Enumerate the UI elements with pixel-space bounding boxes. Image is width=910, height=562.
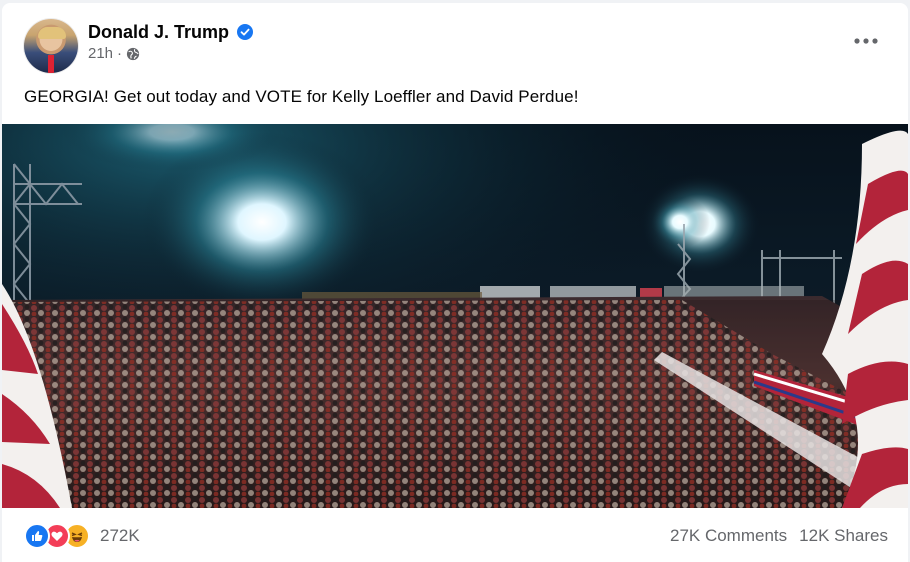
- more-icon: [854, 38, 878, 44]
- shares-count[interactable]: 12K Shares: [799, 526, 888, 546]
- comments-count[interactable]: 27K Comments: [670, 526, 787, 546]
- author-row: Donald J. Trump: [88, 20, 254, 44]
- post-header: Donald J. Trump 21h ·: [2, 3, 908, 83]
- post-card: Donald J. Trump 21h · GEORGIA! Get out t…: [2, 3, 908, 562]
- reactions-summary[interactable]: 272K: [24, 523, 140, 549]
- like-icon: [24, 523, 50, 549]
- avatar-hair: [38, 27, 66, 39]
- avatar[interactable]: [24, 19, 78, 73]
- meta-separator: ·: [117, 45, 123, 62]
- author-name[interactable]: Donald J. Trump: [88, 22, 229, 43]
- verified-badge-icon: [237, 24, 254, 40]
- post-text: GEORGIA! Get out today and VOTE for Kell…: [24, 87, 579, 106]
- rally-photo-illustration: [2, 124, 908, 508]
- post-timestamp[interactable]: 21h: [88, 45, 113, 62]
- post-meta: 21h ·: [88, 45, 140, 62]
- engagement-stats: 27K Comments 12K Shares: [670, 526, 888, 546]
- post-footer: 272K 27K Comments 12K Shares: [2, 508, 908, 562]
- reaction-count: 272K: [100, 526, 140, 545]
- more-options-button[interactable]: [852, 31, 880, 51]
- globe-icon[interactable]: [126, 47, 140, 61]
- post-photo[interactable]: [2, 124, 908, 508]
- avatar-tie: [48, 55, 54, 73]
